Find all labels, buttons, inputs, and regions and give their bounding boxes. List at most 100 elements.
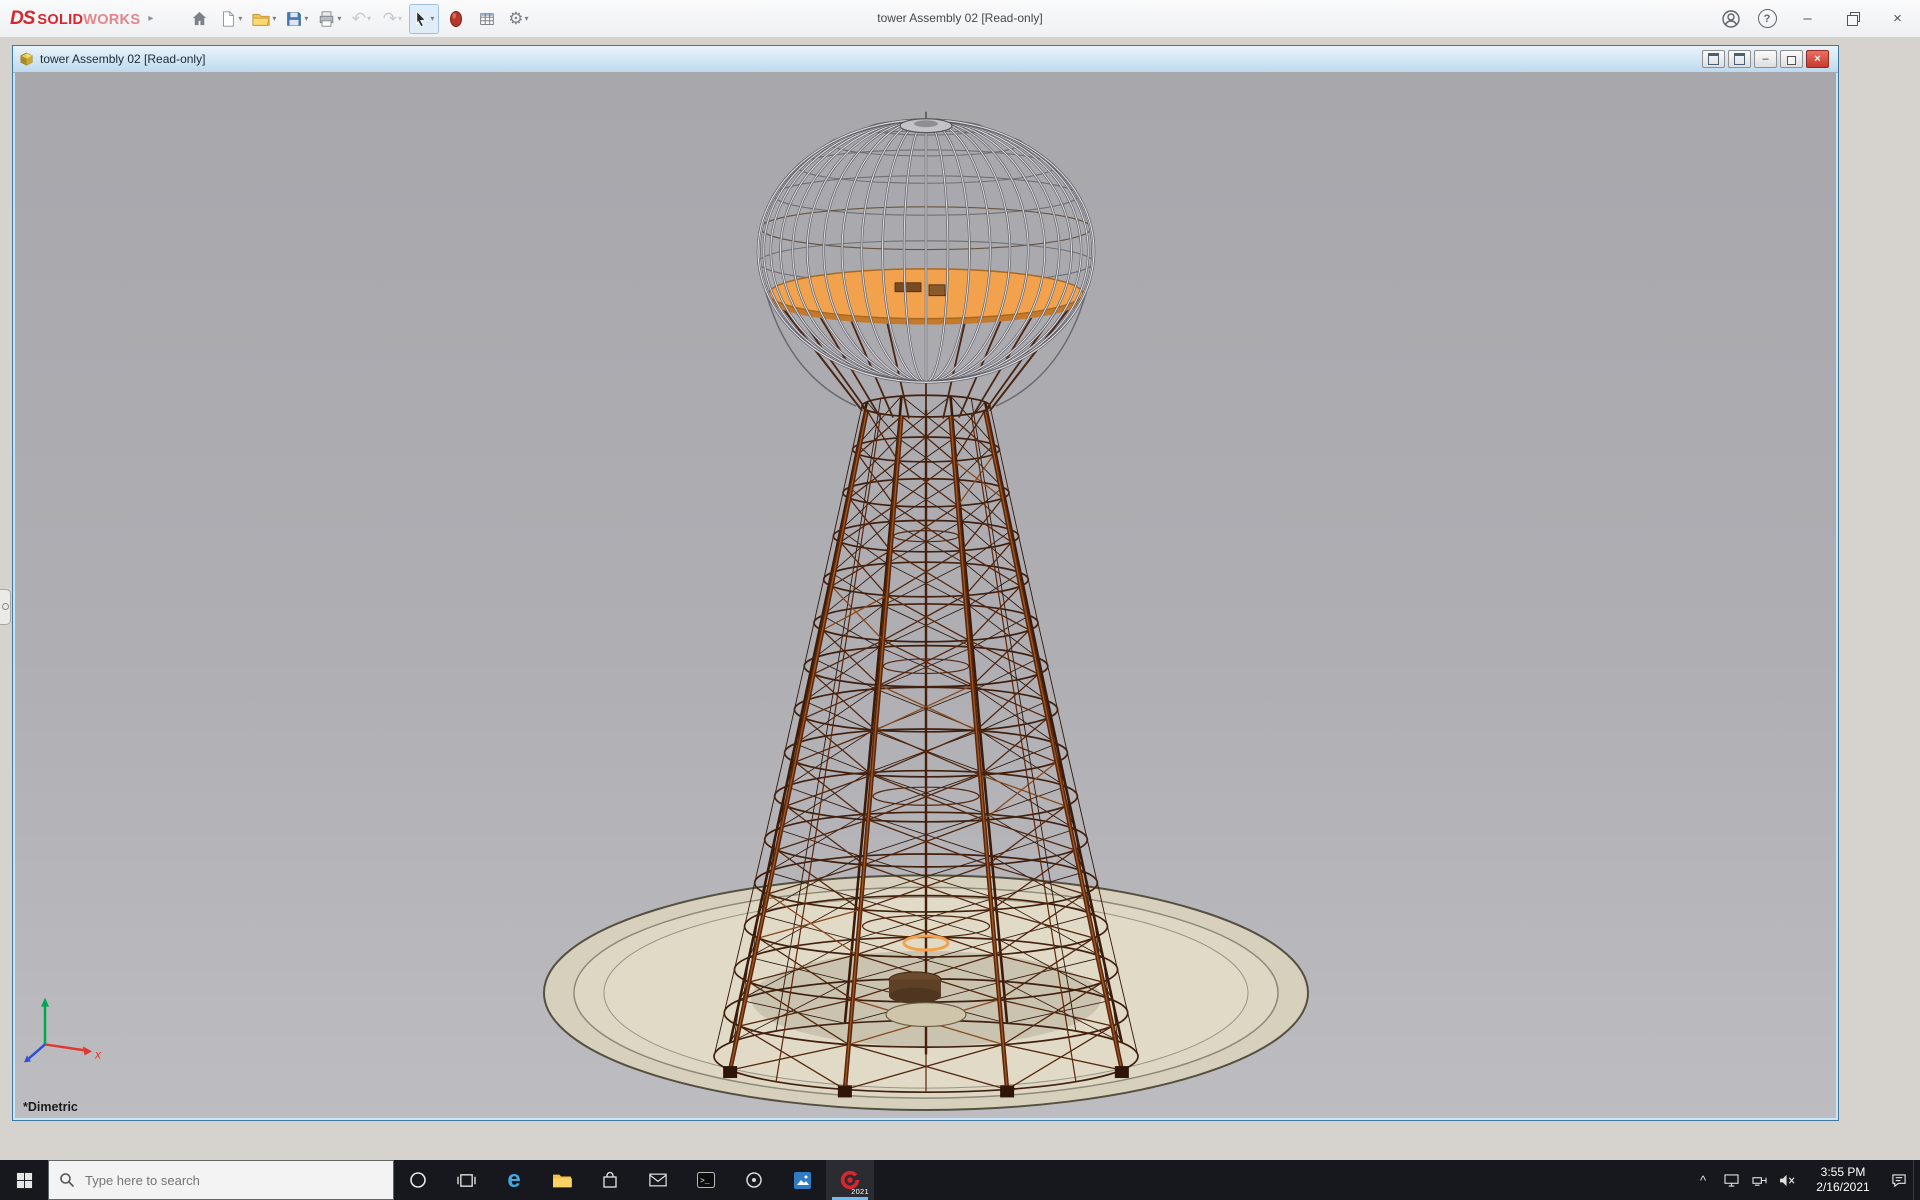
chevron-up-icon: ^ [1700, 1173, 1706, 1188]
restore-icon [1847, 15, 1858, 26]
photos-button[interactable] [778, 1160, 826, 1200]
options-button[interactable]: ⚙ ▾ [504, 5, 532, 33]
file-explorer-button[interactable] [538, 1160, 586, 1200]
notification-bubble-icon [1891, 1173, 1907, 1188]
store-button[interactable] [586, 1160, 634, 1200]
doc-minimize-button[interactable]: – [1754, 50, 1777, 68]
undo-icon: ↶ [352, 10, 366, 27]
doc-minimize-icon: – [1762, 53, 1768, 65]
windows-logo-icon [16, 1172, 33, 1189]
system-tray: ^ 3:55 PM 2/16/2021 [1689, 1160, 1920, 1200]
open-folder-icon [251, 10, 271, 28]
screen: DS SOLID WORKS ▸ ▾ ▾ ▾ ▾ [0, 0, 1920, 1200]
doc-restore-button[interactable] [1780, 50, 1803, 68]
options-dropdown-icon[interactable]: ▾ [525, 14, 529, 23]
appearance-sphere-button[interactable] [442, 5, 470, 33]
edge-button[interactable]: e [490, 1160, 538, 1200]
store-bag-icon [602, 1171, 618, 1189]
print-dropdown-icon[interactable]: ▾ [337, 14, 341, 23]
tower-3d-model[interactable]: x [15, 72, 1836, 1118]
network-tray-button[interactable] [1745, 1160, 1773, 1200]
task-view-button[interactable] [442, 1160, 490, 1200]
display-tray-button[interactable] [1717, 1160, 1745, 1200]
cortana-circle-icon [409, 1171, 427, 1189]
print-icon [317, 10, 336, 28]
mail-button[interactable] [634, 1160, 682, 1200]
account-icon [1721, 9, 1741, 29]
svg-text:>_: >_ [700, 1177, 710, 1186]
mail-envelope-icon [649, 1173, 667, 1187]
volume-muted-icon [1779, 1174, 1795, 1187]
show-desktop-button[interactable] [1913, 1160, 1920, 1200]
pane-collapse-tab[interactable] [0, 589, 11, 625]
toolbar-expand-arrow-icon[interactable]: ▸ [148, 13, 153, 24]
select-tool-button[interactable]: ▾ [409, 4, 439, 34]
doc-close-button[interactable]: × [1806, 50, 1829, 68]
logo-works-text: WORKS [83, 12, 140, 28]
solidworks-logo: DS SOLID WORKS [10, 8, 140, 30]
logo-solid-text: SOLID [37, 12, 83, 28]
new-dropdown-icon[interactable]: ▾ [238, 14, 242, 23]
workspace: tower Assembly 02 [Read-only] – × x *Dim… [0, 37, 1920, 1160]
open-dropdown-icon[interactable]: ▾ [272, 14, 276, 23]
edge-icon: e [507, 1168, 520, 1192]
undo-button[interactable]: ↶ ▾ [347, 5, 375, 33]
help-button[interactable]: ? [1749, 0, 1785, 37]
command-prompt-icon: >_ [697, 1172, 715, 1188]
start-button[interactable] [0, 1160, 48, 1200]
gear-icon: ⚙ [508, 10, 523, 27]
window-controls: ? – × [1713, 0, 1920, 37]
terminal-button[interactable]: >_ [682, 1160, 730, 1200]
new-document-button[interactable]: ▾ [216, 5, 245, 33]
restore-button[interactable] [1830, 0, 1875, 37]
graphics-viewport[interactable]: x *Dimetric [15, 72, 1836, 1118]
redo-dropdown-icon[interactable]: ▾ [398, 14, 402, 23]
file-explorer-icon [552, 1172, 572, 1189]
undo-dropdown-icon[interactable]: ▾ [367, 14, 371, 23]
tray-expand-button[interactable]: ^ [1689, 1160, 1717, 1200]
assembly-cube-icon [19, 52, 34, 67]
app-titlebar: DS SOLID WORKS ▸ ▾ ▾ ▾ ▾ [0, 0, 1920, 38]
redo-button[interactable]: ↷ ▾ [378, 5, 406, 33]
cortana-button[interactable] [394, 1160, 442, 1200]
table-grid-icon [478, 10, 496, 28]
open-button[interactable]: ▾ [248, 5, 279, 33]
doc-new-window-button[interactable] [1702, 50, 1725, 68]
taskbar-clock[interactable]: 3:55 PM 2/16/2021 [1801, 1165, 1885, 1195]
action-center-button[interactable] [1885, 1160, 1913, 1200]
save-button[interactable]: ▾ [282, 5, 311, 33]
solidworks-taskbar-button[interactable]: 2021 [826, 1160, 874, 1200]
design-table-button[interactable] [473, 5, 501, 33]
save-dropdown-icon[interactable]: ▾ [304, 14, 308, 23]
logo-ds-mark: DS [10, 8, 34, 30]
red-sphere-icon [449, 10, 463, 28]
select-dropdown-icon[interactable]: ▾ [430, 14, 434, 23]
triad-x-label: x [94, 1047, 102, 1061]
photos-icon [794, 1172, 811, 1189]
close-button[interactable]: × [1875, 0, 1920, 37]
taskbar-search[interactable] [48, 1160, 394, 1200]
media-button[interactable] [730, 1160, 778, 1200]
cursor-arrow-icon [414, 10, 429, 28]
volume-tray-button[interactable] [1773, 1160, 1801, 1200]
print-button[interactable]: ▾ [314, 5, 344, 33]
doc-tile-window-button[interactable] [1728, 50, 1751, 68]
search-input[interactable] [83, 1172, 383, 1189]
task-view-icon [457, 1172, 476, 1189]
clock-date: 2/16/2021 [1805, 1180, 1881, 1195]
account-button[interactable] [1713, 0, 1749, 37]
doc-restore-icon [1787, 56, 1796, 65]
redo-icon: ↷ [383, 10, 397, 27]
save-icon [285, 10, 303, 28]
minimize-button[interactable]: – [1785, 0, 1830, 37]
home-button[interactable] [185, 5, 213, 33]
document-window-buttons: – × [1702, 50, 1832, 68]
new-document-icon [219, 10, 237, 28]
view-orientation-label: *Dimetric [23, 1100, 78, 1114]
app-title: tower Assembly 02 [Read-only] [877, 0, 1042, 37]
document-titlebar[interactable]: tower Assembly 02 [Read-only] – × [13, 46, 1838, 73]
minimize-icon: – [1803, 10, 1811, 27]
close-icon: × [1893, 10, 1902, 27]
home-icon [190, 9, 209, 28]
taskbar: e >_ 2021 ^ [0, 1160, 1920, 1200]
